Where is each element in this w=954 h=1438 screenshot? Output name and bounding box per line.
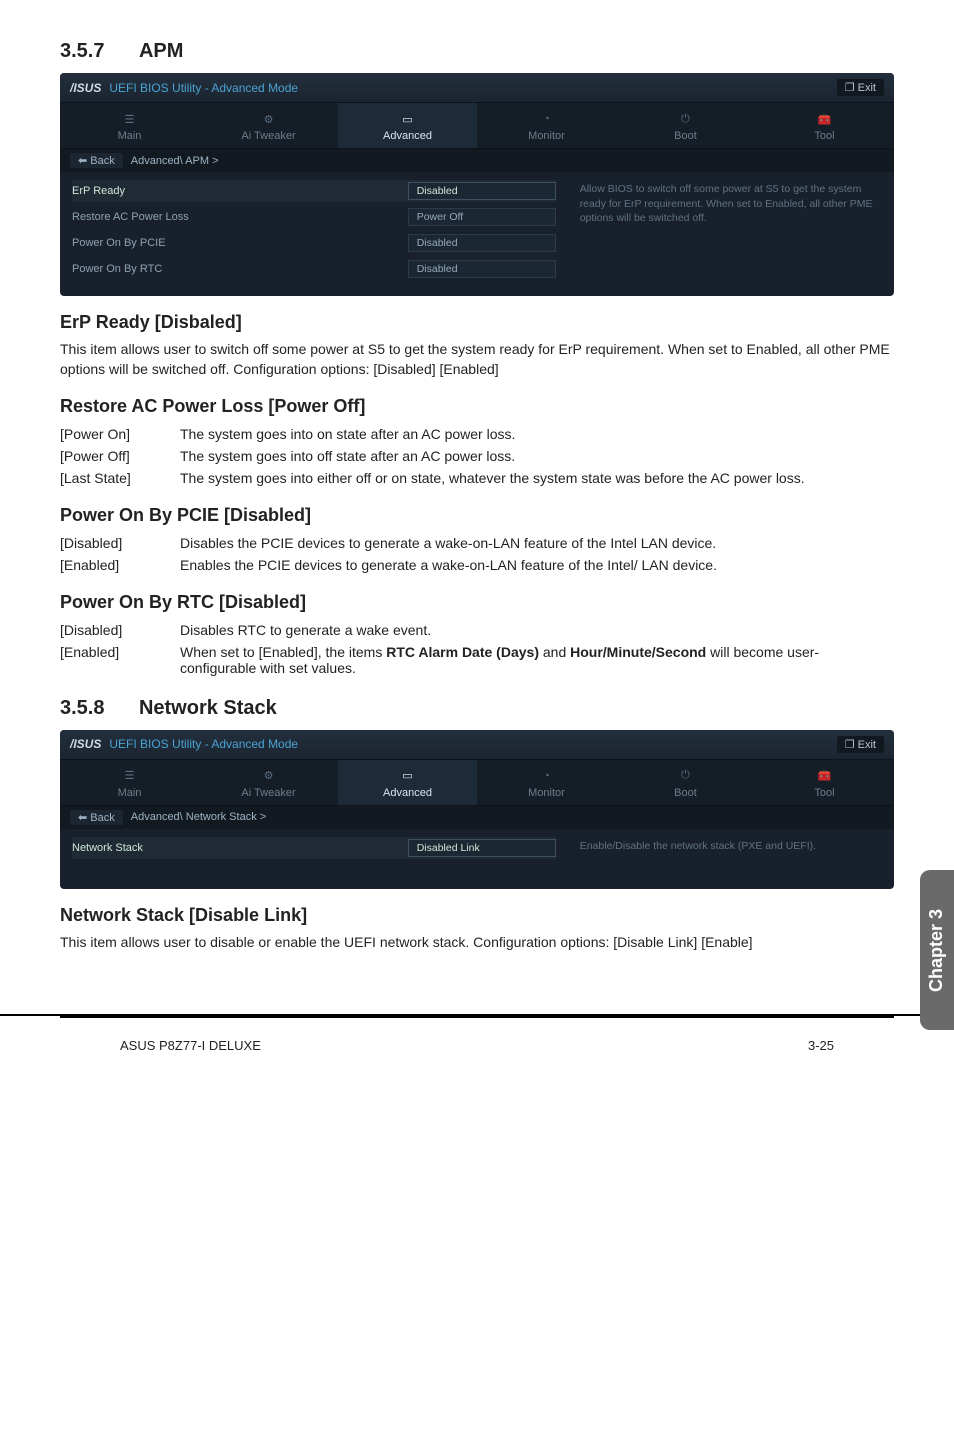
breadcrumb-path: Advanced\ APM >: [131, 155, 219, 167]
bios-help-text: Allow BIOS to switch off some power at S…: [568, 172, 894, 296]
option-restore-ac[interactable]: Restore AC Power Loss Power Off: [72, 208, 556, 226]
back-button[interactable]: ⬅ Back: [70, 153, 123, 168]
option-power-pcie[interactable]: Power On By PCIE Disabled: [72, 234, 556, 252]
exit-button[interactable]: ❐ Exit: [837, 736, 884, 753]
brand-logo: /ISUS: [70, 81, 101, 95]
monitor-icon: ◔: [481, 111, 612, 127]
section-heading: 3.5.8 Network Stack: [60, 697, 894, 720]
option-power-rtc[interactable]: Power On By RTC Disabled: [72, 260, 556, 278]
tab-monitor[interactable]: ◔Monitor: [477, 760, 616, 805]
breadcrumb: ⬅ Back Advanced\ Network Stack >: [60, 806, 894, 829]
bios-header: /ISUS UEFI BIOS Utility - Advanced Mode …: [60, 73, 894, 103]
breadcrumb-path: Advanced\ Network Stack >: [131, 811, 266, 823]
table-pcie: [Disabled]Disables the PCIE devices to g…: [60, 532, 894, 576]
brand-logo: /ISUS: [70, 737, 101, 751]
tab-ai-tweaker[interactable]: ⚙Ai Tweaker: [199, 760, 338, 805]
exit-button[interactable]: ❐ Exit: [837, 79, 884, 96]
section-title: Network Stack: [139, 697, 277, 719]
tab-boot[interactable]: ⏻Boot: [616, 103, 755, 148]
table-rtc: [Disabled]Disables RTC to generate a wak…: [60, 619, 894, 679]
chapter-tab: Chapter 3: [920, 870, 954, 1030]
tool-icon: 🧰: [759, 111, 890, 127]
tab-tool[interactable]: 🧰Tool: [755, 103, 894, 148]
heading-pcie: Power On By PCIE [Disabled]: [60, 505, 894, 526]
heading-network-stack: Network Stack [Disable Link]: [60, 905, 894, 926]
tab-tool[interactable]: 🧰Tool: [755, 760, 894, 805]
tab-main[interactable]: ☰Main: [60, 760, 199, 805]
table-restore-ac: [Power On]The system goes into on state …: [60, 423, 894, 489]
bios-options: ErP Ready Disabled Restore AC Power Loss…: [60, 172, 568, 296]
bios-title: UEFI BIOS Utility - Advanced Mode: [109, 737, 298, 751]
monitor-icon: ◔: [481, 768, 612, 784]
bios-title: UEFI BIOS Utility - Advanced Mode: [109, 81, 298, 95]
tab-monitor[interactable]: ◔Monitor: [477, 103, 616, 148]
footer-left: ASUS P8Z77-I DELUXE: [120, 1038, 261, 1053]
heading-restore-ac: Restore AC Power Loss [Power Off]: [60, 396, 894, 417]
text-erp-ready: This item allows user to switch off some…: [60, 339, 894, 380]
tab-advanced[interactable]: ▭Advanced: [338, 103, 477, 148]
text-network-stack: This item allows user to disable or enab…: [60, 932, 894, 952]
bios-screenshot-apm: /ISUS UEFI BIOS Utility - Advanced Mode …: [60, 73, 894, 296]
bios-tabs: ☰Main ⚙Ai Tweaker ▭Advanced ◔Monitor ⏻Bo…: [60, 103, 894, 149]
tab-ai-tweaker[interactable]: ⚙Ai Tweaker: [199, 103, 338, 148]
section-title: APM: [139, 40, 183, 62]
tweaker-icon: ⚙: [203, 111, 334, 127]
list-icon: ☰: [64, 768, 195, 784]
bios-help-text: Enable/Disable the network stack (PXE an…: [568, 829, 894, 889]
text-rtc-enabled: When set to [Enabled], the items RTC Ala…: [180, 641, 894, 679]
power-icon: ⏻: [620, 768, 751, 784]
option-erp-ready[interactable]: ErP Ready Disabled: [72, 180, 556, 202]
tweaker-icon: ⚙: [203, 768, 334, 784]
power-icon: ⏻: [620, 111, 751, 127]
bios-tabs: ☰Main ⚙Ai Tweaker ▭Advanced ◔Monitor ⏻Bo…: [60, 760, 894, 806]
bios-options: Network Stack Disabled Link: [60, 829, 568, 889]
footer-right: 3-25: [808, 1038, 834, 1053]
heading-erp-ready: ErP Ready [Disbaled]: [60, 312, 894, 333]
heading-rtc: Power On By RTC [Disabled]: [60, 592, 894, 613]
back-button[interactable]: ⬅ Back: [70, 810, 123, 825]
tab-main[interactable]: ☰Main: [60, 103, 199, 148]
bios-header: /ISUS UEFI BIOS Utility - Advanced Mode …: [60, 730, 894, 760]
section-heading: 3.5.7 APM: [60, 40, 894, 63]
tool-icon: 🧰: [759, 768, 890, 784]
bios-screenshot-network-stack: /ISUS UEFI BIOS Utility - Advanced Mode …: [60, 730, 894, 889]
breadcrumb: ⬅ Back Advanced\ APM >: [60, 149, 894, 172]
tab-advanced[interactable]: ▭Advanced: [338, 760, 477, 805]
section-number: 3.5.8: [60, 697, 104, 719]
chip-icon: ▭: [342, 111, 473, 127]
page-footer: ASUS P8Z77-I DELUXE 3-25: [60, 1016, 894, 1083]
list-icon: ☰: [64, 111, 195, 127]
section-number: 3.5.7: [60, 40, 104, 62]
option-network-stack[interactable]: Network Stack Disabled Link: [72, 837, 556, 859]
chip-icon: ▭: [342, 768, 473, 784]
tab-boot[interactable]: ⏻Boot: [616, 760, 755, 805]
